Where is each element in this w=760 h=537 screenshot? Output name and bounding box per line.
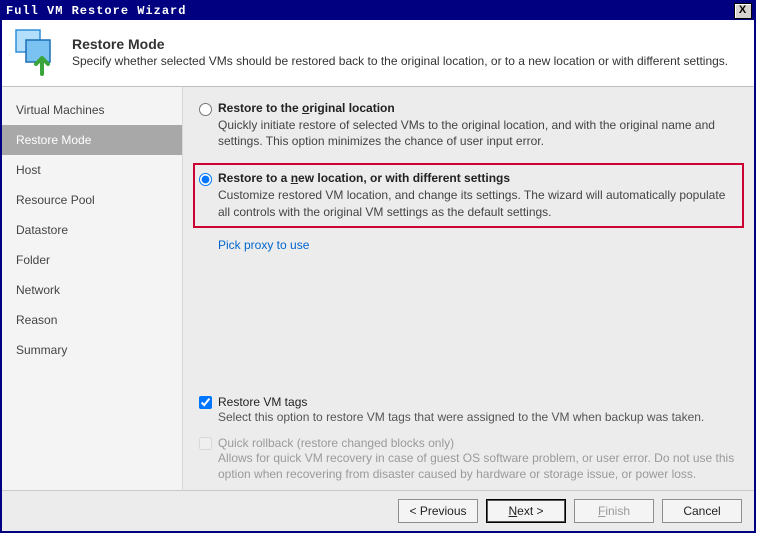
finish-button: Finish <box>574 499 654 523</box>
radio-new-label: Restore to a new location, or with diffe… <box>218 171 510 185</box>
radio-original-description: Quickly initiate restore of selected VMs… <box>218 117 738 149</box>
checkbox-restore-tags-description: Select this option to restore VM tags th… <box>218 409 738 425</box>
sidebar-item-summary[interactable]: Summary <box>2 335 182 365</box>
radio-original-label: Restore to the original location <box>218 101 395 115</box>
pick-proxy-link[interactable]: Pick proxy to use <box>218 238 309 252</box>
sidebar-item-datastore[interactable]: Datastore <box>2 215 182 245</box>
checkbox-restore-tags-label: Restore VM tags <box>218 395 307 409</box>
radio-original-location[interactable] <box>199 103 212 116</box>
wizard-content: Restore to the original location Quickly… <box>183 87 754 490</box>
sidebar-item-folder[interactable]: Folder <box>2 245 182 275</box>
checkbox-restore-tags-group: Restore VM tags Select this option to re… <box>199 395 738 425</box>
cancel-button[interactable]: Cancel <box>662 499 742 523</box>
previous-button[interactable]: < Previous <box>398 499 478 523</box>
option-original-location[interactable]: Restore to the original location Quickly… <box>199 101 738 149</box>
sidebar-item-reason[interactable]: Reason <box>2 305 182 335</box>
window-title: Full VM Restore Wizard <box>6 4 734 18</box>
highlighted-option: Restore to a new location, or with diffe… <box>193 163 744 227</box>
restore-icon <box>12 28 60 76</box>
sidebar-item-host[interactable]: Host <box>2 155 182 185</box>
wizard-footer: < Previous Next > Finish Cancel <box>2 490 754 531</box>
sidebar-item-resource-pool[interactable]: Resource Pool <box>2 185 182 215</box>
checkbox-restore-tags[interactable] <box>199 396 212 409</box>
close-icon[interactable]: X <box>734 3 752 19</box>
checkbox-quick-rollback-description: Allows for quick VM recovery in case of … <box>218 450 738 482</box>
page-title: Restore Mode <box>72 36 744 52</box>
wizard-window: Full VM Restore Wizard X Restore Mode Sp… <box>0 0 756 533</box>
wizard-header: Restore Mode Specify whether selected VM… <box>2 20 754 87</box>
radio-new-location[interactable] <box>199 173 212 186</box>
checkbox-quick-rollback <box>199 437 212 450</box>
option-new-location[interactable]: Restore to a new location, or with diffe… <box>199 171 736 219</box>
wizard-body: Virtual Machines Restore Mode Host Resou… <box>2 87 754 490</box>
titlebar: Full VM Restore Wizard X <box>2 2 754 20</box>
sidebar-item-network[interactable]: Network <box>2 275 182 305</box>
checkbox-quick-rollback-label: Quick rollback (restore changed blocks o… <box>218 436 454 450</box>
bottom-options: Restore VM tags Select this option to re… <box>199 395 738 482</box>
checkbox-quick-rollback-group: Quick rollback (restore changed blocks o… <box>199 436 738 482</box>
radio-new-description: Customize restored VM location, and chan… <box>218 187 736 219</box>
next-button[interactable]: Next > <box>486 499 566 523</box>
sidebar-item-restore-mode[interactable]: Restore Mode <box>2 125 182 155</box>
sidebar-item-virtual-machines[interactable]: Virtual Machines <box>2 95 182 125</box>
wizard-sidebar: Virtual Machines Restore Mode Host Resou… <box>2 87 183 490</box>
page-description: Specify whether selected VMs should be r… <box>72 54 744 68</box>
